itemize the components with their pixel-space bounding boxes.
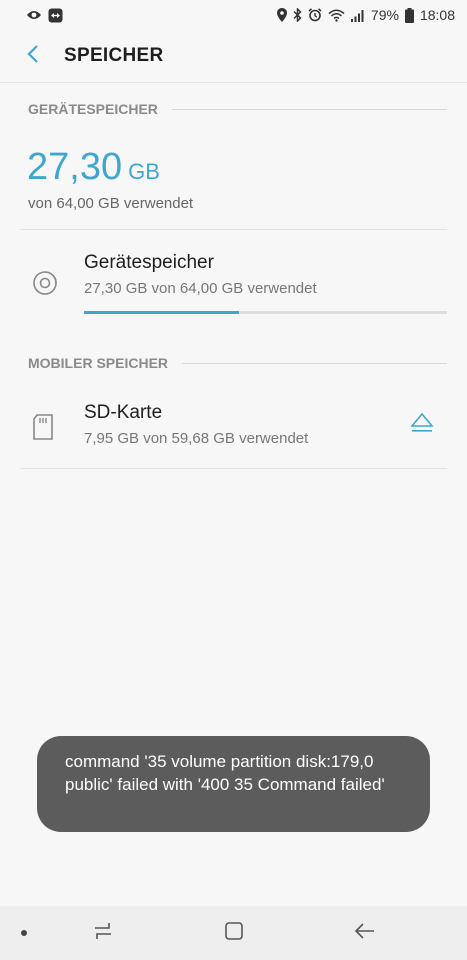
sd-card-subtitle: 7,95 GB von 59,68 GB verwendet [84,430,309,447]
home-button[interactable] [220,920,248,946]
used-storage-unit: GB [128,159,160,184]
device-storage-progress-fill [84,311,239,314]
navigation-bar [0,906,467,960]
section-header-mobile-storage: MOBILER SPEICHER [28,355,447,371]
used-storage-value: 27,30 [27,146,123,188]
eject-icon [410,412,434,439]
bluetooth-icon [293,8,302,22]
device-storage-item[interactable]: Gerätespeicher 27,30 GB von 64,00 GB ver… [20,240,447,330]
device-storage-subtitle: 27,30 GB von 64,00 GB verwendet [84,280,317,297]
page-title: SPEICHER [64,45,164,66]
sd-card-icon [32,414,54,440]
sd-card-item[interactable]: SD-Karte 7,95 GB von 59,68 GB verwendet [20,392,447,468]
storage-disc-icon [32,270,58,296]
status-bar-right: 79% 18:08 [276,7,455,23]
teamviewer-icon [48,8,63,23]
used-storage-total: 27,30 GB [27,146,160,189]
divider [20,229,447,230]
section-header-label: MOBILER SPEICHER [28,355,169,371]
wifi-icon [328,9,345,22]
battery-icon [404,7,414,23]
back-icon [354,922,376,945]
used-storage-summary: von 64,00 GB verwendet [28,195,194,212]
nav-indicator-dot [21,930,27,936]
nav-back-button[interactable] [351,920,379,946]
device-storage-title: Gerätespeicher [84,252,214,273]
home-icon [224,921,244,946]
back-button[interactable] [18,41,48,71]
alarm-icon [308,8,322,22]
section-header-device-storage: GERÄTESPEICHER [28,101,447,117]
signal-icon [350,9,365,22]
location-icon [276,8,287,22]
eye-icon [26,9,42,21]
sd-card-title: SD-Karte [84,402,163,423]
app-bar: SPEICHER [0,30,467,83]
eject-button[interactable] [409,412,435,438]
toast-message: command '35 volume partition disk:179,0 … [65,752,385,794]
recents-icon [92,921,114,946]
status-bar-left [26,8,63,23]
section-header-label: GERÄTESPEICHER [28,101,158,117]
status-time: 18:08 [419,7,455,23]
section-divider [182,362,447,364]
section-divider [171,108,447,110]
recents-button[interactable] [89,920,117,946]
status-bar: 79% 18:08 [0,0,467,30]
divider [20,468,447,469]
back-arrow-icon [26,44,40,69]
error-toast: command '35 volume partition disk:179,0 … [37,736,430,832]
battery-percent: 79% [370,7,399,23]
device-storage-progress [84,311,447,314]
